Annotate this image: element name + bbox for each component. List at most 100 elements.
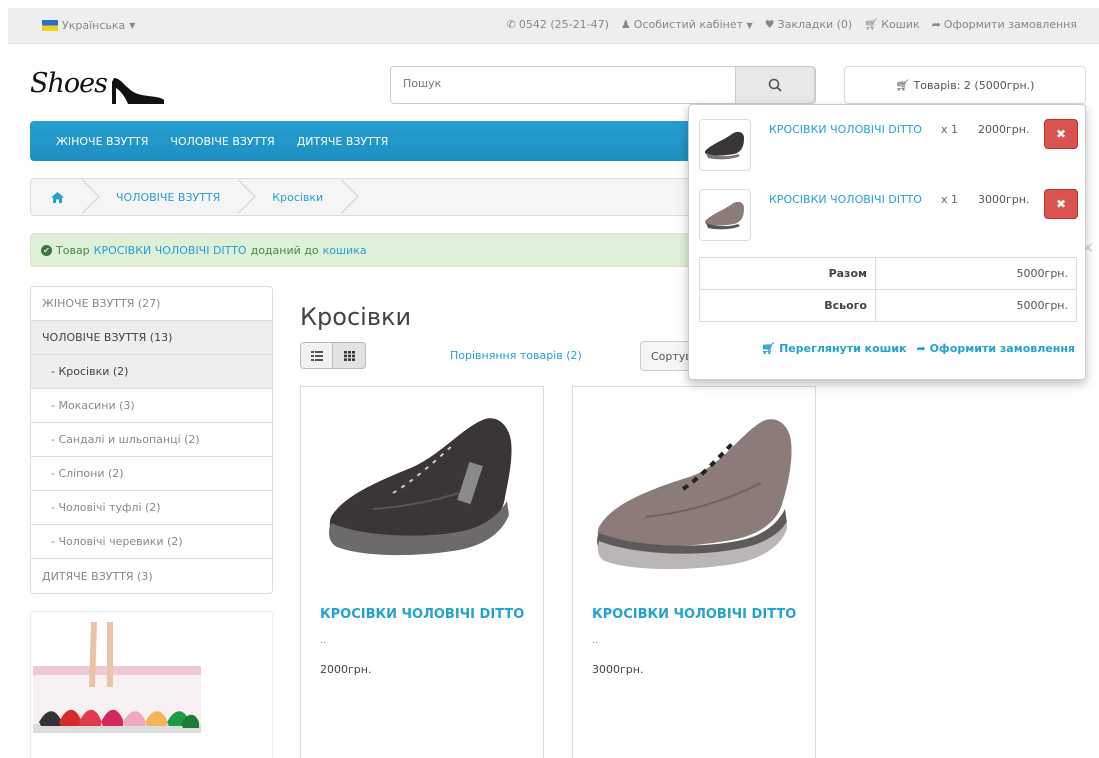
phone-icon: ✆ [506, 18, 516, 31]
category-men[interactable]: ЧОЛОВІЧЕ ВЗУТТЯ (13) [31, 321, 272, 355]
language-label: Українська [62, 19, 126, 32]
product-price: 3000грн. [592, 663, 644, 676]
search-input[interactable] [403, 77, 723, 90]
category-slipons[interactable]: - Сліпони (2) [31, 457, 272, 491]
high-heel-logo-icon [112, 78, 164, 104]
alert-product-link[interactable]: КРОСІВКИ ЧОЛОВІЧІ DITTO [94, 244, 247, 257]
cart-icon: 🛒︎ [864, 18, 879, 31]
checkout-link[interactable]: ➦ Оформити замовлення [917, 342, 1075, 355]
grid-icon [343, 350, 355, 361]
product-image[interactable] [313, 397, 533, 587]
cart-item-name[interactable]: КРОСІВКИ ЧОЛОВІЧІ DITTO [769, 123, 922, 136]
view-toggle [300, 342, 366, 369]
cart-item-name[interactable]: КРОСІВКИ ЧОЛОВІЧІ DITTO [769, 193, 922, 206]
top-bar: Українська ▼ ✆ 0542 (25-21-47) ♟ Особистий… [8, 8, 1099, 44]
wishlist-text: Закладки (0) [777, 18, 853, 31]
nav-item-women[interactable]: ЖІНОЧЕ ВЗУТТЯ [56, 135, 148, 148]
cart-item: КРОСІВКИ ЧОЛОВІЧІ DITTO x 1 2000грн. ✖ [699, 115, 1079, 175]
category-sneakers[interactable]: - Кросівки (2) [31, 355, 272, 389]
language-selector[interactable]: Українська ▼ [42, 19, 135, 32]
cart-summary: Товарів: 2 (5000грн.) [913, 78, 1035, 92]
search-icon [768, 78, 782, 92]
total-label: Всього [699, 289, 876, 322]
product-description: .. [592, 635, 599, 646]
cart-text: Кошик [881, 18, 920, 31]
close-icon: ✖ [1055, 127, 1067, 141]
account-link[interactable]: ♟ Особистий кабінет ▼ [621, 18, 753, 31]
cart-item: КРОСІВКИ ЧОЛОВІЧІ DITTO x 1 3000грн. ✖ [699, 185, 1079, 245]
user-icon: ♟ [620, 18, 631, 31]
subtotal-row: Разом 5000грн. [699, 257, 1077, 290]
category-moccasins[interactable]: - Мокасини (3) [31, 389, 272, 423]
nav-item-kids[interactable]: ДИТЯЧЕ ВЗУТТЯ [297, 135, 389, 148]
cart-item-qty: x 1 [941, 193, 959, 206]
list-icon [310, 350, 323, 361]
cart-link[interactable]: 🛒︎ Кошик [864, 18, 919, 31]
breadcrumb-men-link[interactable]: ЧОЛОВІЧЕ ВЗУТТЯ [116, 191, 220, 204]
remove-item-button[interactable]: ✖ [1044, 119, 1078, 149]
account-text: Особистий кабінет [633, 18, 743, 31]
success-alert: ✔ Товар КРОСІВКИ ЧОЛОВІЧІ DITTO доданий … [30, 233, 800, 267]
category-boots[interactable]: - Чоловічі черевики (2) [31, 525, 272, 559]
category-shoes[interactable]: - Чоловічі туфлі (2) [31, 491, 272, 525]
sneaker-dark-image [329, 418, 512, 556]
product-image[interactable] [585, 397, 805, 587]
nav-item-men[interactable]: ЧОЛОВІЧЕ ВЗУТТЯ [170, 135, 274, 148]
product-card: КРОСІВКИ ЧОЛОВІЧІ DITTO .. 2000грн. [300, 386, 544, 758]
breadcrumb-men[interactable]: ЧОЛОВІЧЕ ВЗУТТЯ [88, 179, 244, 215]
cart-totals: Разом 5000грн. Всього 5000грн. [699, 257, 1077, 322]
cart-button[interactable]: 🛒︎ Товарів: 2 (5000грн.) [844, 66, 1086, 104]
cart-item-price: 2000грн. [978, 123, 1030, 136]
heart-icon: ♥ [764, 18, 775, 31]
product-price: 2000грн. [320, 663, 372, 676]
logo[interactable]: Shoes [30, 66, 170, 112]
share-arrow-icon: ➦ [916, 342, 926, 355]
wishlist-link[interactable]: ♥ Закладки (0) [765, 18, 853, 31]
breadcrumb-sneakers[interactable]: Кросівки [244, 179, 347, 215]
ukraine-flag-icon [42, 20, 58, 31]
alert-middle: доданий до [250, 243, 319, 257]
subtotal-value: 5000грн. [875, 257, 1077, 290]
subtotal-label: Разом [699, 257, 876, 290]
caret-down-icon: ▼ [129, 21, 136, 30]
breadcrumb-home[interactable] [31, 179, 88, 215]
cart-icon: 🛒︎ [895, 78, 910, 92]
home-icon [51, 191, 64, 203]
share-arrow-icon: ➦ [931, 18, 941, 31]
category-kids[interactable]: ДИТЯЧЕ ВЗУТТЯ (3) [31, 559, 272, 593]
sneaker-grey-image [597, 419, 792, 570]
sidebar-banner[interactable] [30, 611, 273, 758]
caret-down-icon: ▼ [746, 21, 753, 30]
product-description: .. [320, 635, 327, 646]
cart-icon: 🛒︎ [761, 342, 776, 355]
alert-cart-link[interactable]: кошика [323, 244, 367, 257]
phone-link[interactable]: ✆ 0542 (25-21-47) [507, 18, 609, 31]
shoes-banner-image [33, 622, 201, 733]
checkout-link[interactable]: ➦ Оформити замовлення [932, 18, 1077, 31]
product-name[interactable]: КРОСІВКИ ЧОЛОВІЧІ DITTO [592, 607, 796, 622]
cart-actions: 🛒︎ Переглянути кошик ➦ Оформити замовлен… [761, 342, 1075, 355]
breadcrumb-sneakers-link[interactable]: Кросівки [272, 191, 323, 204]
close-icon: ✖ [1055, 197, 1067, 211]
logo-text: Shoes [30, 68, 108, 99]
list-view-button[interactable] [300, 342, 333, 369]
category-list: ЖІНОЧЕ ВЗУТТЯ (27) ЧОЛОВІЧЕ ВЗУТТЯ (13) … [30, 286, 273, 594]
checkout-text: Оформити замовлення [929, 342, 1075, 355]
search-button[interactable] [735, 66, 815, 104]
cart-item-thumbnail[interactable] [699, 119, 751, 171]
cart-item-thumbnail[interactable] [699, 189, 751, 241]
category-sandals[interactable]: - Сандалі и шльопанці (2) [31, 423, 272, 457]
grid-view-button[interactable] [333, 342, 366, 369]
view-cart-link[interactable]: 🛒︎ Переглянути кошик [761, 342, 906, 355]
remove-item-button[interactable]: ✖ [1044, 189, 1078, 219]
search-bar [390, 66, 816, 104]
product-name[interactable]: КРОСІВКИ ЧОЛОВІЧІ DITTO [320, 607, 524, 622]
category-women[interactable]: ЖІНОЧЕ ВЗУТТЯ (27) [31, 287, 272, 321]
cart-item-qty: x 1 [941, 123, 959, 136]
sneaker-grey-thumb [704, 201, 744, 230]
cart-dropdown: КРОСІВКИ ЧОЛОВІЧІ DITTO x 1 2000грн. ✖ К… [688, 104, 1086, 380]
sneaker-dark-thumb [704, 131, 744, 160]
phone-text: 0542 (25-21-47) [518, 18, 609, 31]
total-row: Всього 5000грн. [699, 289, 1077, 322]
compare-link[interactable]: Порівняння товарів (2) [450, 349, 582, 362]
